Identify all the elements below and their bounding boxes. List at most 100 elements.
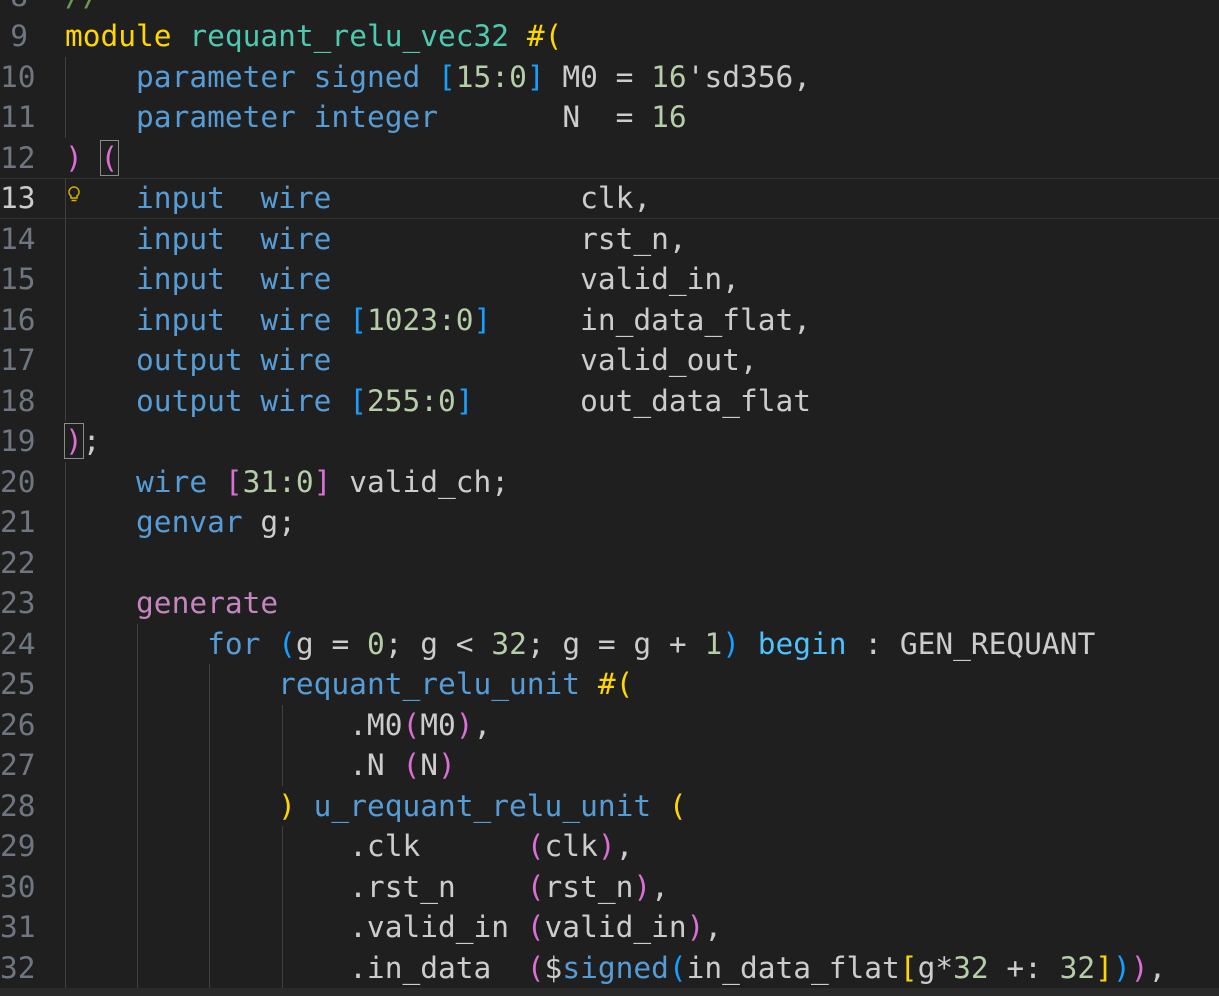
line-number: 14 <box>0 221 36 256</box>
code-token: out_data_flat <box>473 383 811 418</box>
code-token: 32 <box>491 626 527 661</box>
code-token: signed <box>562 950 669 985</box>
code-line[interactable]: 25 requant_relu_unit #( <box>0 664 1219 705</box>
line-number: 32 <box>0 950 36 985</box>
line-number: 16 <box>0 302 36 337</box>
code-token: in_data_flat <box>686 950 900 985</box>
code-token: genvar <box>136 505 243 539</box>
matched-bracket: ( <box>99 139 120 176</box>
code-line[interactable]: 11 parameter integer N = 16 <box>0 97 1219 138</box>
code-text: output wire valid_out, <box>65 340 758 381</box>
line-number: 20 <box>0 464 36 499</box>
code-line[interactable]: 22 <box>0 543 1219 584</box>
code-text: input wire [1023:0] in_data_flat, <box>65 300 811 341</box>
lightbulb-icon[interactable] <box>68 186 80 207</box>
code-line[interactable]: 31 .valid_in (valid_in), <box>0 907 1219 948</box>
indent-guide <box>65 56 66 138</box>
code-token: , <box>1148 950 1167 985</box>
code-line[interactable]: 16 input wire [1023:0] in_data_flat, <box>0 300 1219 341</box>
indent-guide <box>282 826 283 988</box>
code-line[interactable]: 26 .M0(M0), <box>0 705 1219 746</box>
code-token: N <box>420 748 438 782</box>
code-token: 0 <box>366 626 385 661</box>
line-number: 21 <box>0 505 36 539</box>
line-number: 11 <box>0 100 36 134</box>
code-line[interactable]: 10 parameter signed [15:0] M0 = 16'sd356… <box>0 57 1219 98</box>
code-token: ; g = g + <box>526 626 705 661</box>
code-line[interactable]: 17 output wire valid_out, <box>0 340 1219 381</box>
code-token: ( <box>526 950 545 985</box>
line-number: 17 <box>0 343 36 377</box>
code-token: rst_n <box>544 869 634 904</box>
code-token: rst_n, <box>331 221 687 256</box>
code-line[interactable]: 12 ) ( <box>0 138 1219 179</box>
code-token: generate <box>136 586 279 620</box>
code-token: ) <box>722 626 740 661</box>
code-line[interactable]: 14 input wire rst_n, <box>0 219 1219 260</box>
code-line[interactable]: 19); <box>0 421 1219 462</box>
code-token: ) <box>1130 950 1149 985</box>
code-token: ] <box>526 59 545 94</box>
code-token: .M0 <box>65 707 403 742</box>
code-line[interactable]: 28 ) u_requant_relu_unit ( <box>0 786 1219 827</box>
code-line[interactable]: 8 // <box>0 0 1219 16</box>
code-text: .clk (clk), <box>65 826 633 867</box>
code-token: wire <box>260 262 332 296</box>
code-token: : GEN_REQUANT <box>846 626 1096 661</box>
code-line[interactable]: 9 module requant_relu_vec32 #( <box>0 16 1219 57</box>
code-token: ) <box>686 910 705 944</box>
code-line[interactable]: 29 .clk (clk), <box>0 826 1219 867</box>
line-number: 18 <box>0 383 36 418</box>
code-token: .rst_n <box>65 869 527 904</box>
code-editor[interactable]: 8//9module requant_relu_vec32 #(10 param… <box>0 0 1219 996</box>
code-token: 31:0 <box>242 464 314 499</box>
line-number: 15 <box>0 262 36 296</box>
code-line[interactable]: 27 .N (N) <box>0 745 1219 786</box>
code-text: ) ( <box>65 138 120 179</box>
code-token: ] <box>1095 950 1113 985</box>
code-token: requant_relu_vec32 <box>189 19 510 53</box>
code-token: ( <box>668 950 687 985</box>
code-token: $ <box>544 950 563 985</box>
code-token: ( <box>402 748 421 782</box>
code-line[interactable]: 32 .in_data ($signed(in_data_flat[g*32 +… <box>0 948 1219 989</box>
indent-guide <box>65 461 66 988</box>
code-line[interactable]: 24 for (g = 0; g < 32; g = g + 1) begin … <box>0 624 1219 665</box>
code-token: , <box>704 910 723 944</box>
code-line[interactable]: 18 output wire [255:0] out_data_flat <box>0 381 1219 422</box>
code-token: wire <box>260 181 332 215</box>
code-text: for (g = 0; g < 32; g = g + 1) begin : G… <box>65 624 1095 665</box>
code-token: 32 <box>1059 950 1096 985</box>
code-token: ( <box>526 869 545 904</box>
code-text: wire [31:0] valid_ch; <box>65 462 509 503</box>
horizontal-scrollbar[interactable] <box>0 988 1219 996</box>
code-token: integer <box>313 100 438 134</box>
code-line[interactable]: 21 genvar g; <box>0 502 1219 543</box>
code-token: .N <box>65 748 403 782</box>
code-token: ] <box>455 383 474 418</box>
code-text: .M0(M0), <box>65 705 491 746</box>
code-line[interactable]: 30 .rst_n (rst_n), <box>0 867 1219 908</box>
code-token: 32 <box>953 950 989 985</box>
code-line[interactable]: 13 input wire clk, <box>0 178 1219 219</box>
code-token: wire <box>260 221 332 256</box>
code-line[interactable]: 15 input wire valid_in, <box>0 259 1219 300</box>
code-text: genvar g; <box>65 502 296 543</box>
code-token: N = <box>438 100 652 134</box>
code-line[interactable]: 23 generate <box>0 583 1219 624</box>
code-line[interactable]: 20 wire [31:0] valid_ch; <box>0 462 1219 503</box>
indent-guide <box>282 704 283 786</box>
line-number: 12 <box>0 140 36 175</box>
code-token: signed <box>313 59 421 94</box>
code-token: valid_out, <box>331 343 758 377</box>
code-token: [ <box>224 464 243 499</box>
code-token: , <box>473 707 492 742</box>
line-number: 8 <box>0 0 28 16</box>
